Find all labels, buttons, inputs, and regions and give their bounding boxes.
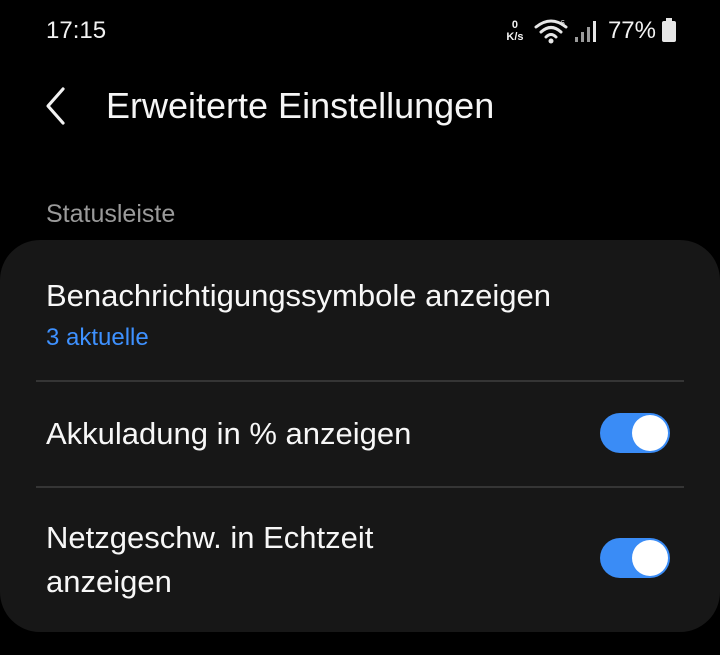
chevron-left-icon [46,87,65,125]
setting-notification-icons[interactable]: Benachrichtigungssymbole anzeigen 3 aktu… [0,240,720,380]
section-label-statusleiste: Statusleiste [46,200,176,228]
signal-icon [574,21,596,42]
settings-card: Benachrichtigungssymbole anzeigen 3 aktu… [0,240,720,632]
setting-title: Benachrichtigungssymbole anzeigen [46,278,551,313]
battery-percent-toggle[interactable] [600,413,670,453]
toggle-knob [632,415,668,451]
svg-text:6: 6 [560,19,565,28]
setting-battery-percent[interactable]: Akkuladung in % anzeigen [0,382,720,486]
setting-net-speed[interactable]: Netzgeschw. in Echtzeit anzeigen [0,488,720,632]
page-title: Erweiterte Einstellungen [106,85,495,126]
battery-percent: 77% [607,17,656,44]
toggle-knob [632,540,668,576]
status-bar: 17:15 0 K/s 6 77% [0,0,720,64]
net-speed-value: 0 [511,19,519,31]
setting-title: Akkuladung in % anzeigen [46,416,412,451]
status-icons: 0 K/s 6 77% [502,14,676,48]
net-speed-icon: 0 K/s [502,16,528,46]
battery-icon [662,18,676,42]
back-button[interactable] [30,82,80,130]
net-speed-unit: K/s [506,31,524,43]
setting-title-line2: anzeigen [46,564,172,599]
app-header: Erweiterte Einstellungen [0,70,720,142]
status-time: 17:15 [46,17,107,44]
setting-subtitle: 3 aktuelle [46,324,149,351]
setting-title-line1: Netzgeschw. in Echtzeit [46,520,374,555]
wifi-icon: 6 [534,19,568,44]
net-speed-toggle[interactable] [600,538,670,578]
